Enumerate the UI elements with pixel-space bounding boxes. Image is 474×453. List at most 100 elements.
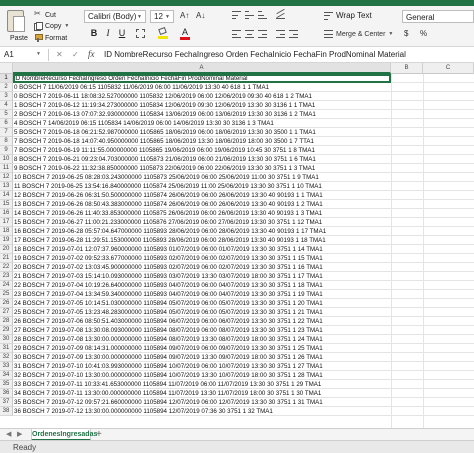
row-header[interactable]: 2 [0, 83, 13, 92]
chevron-down-icon[interactable]: ▼ [36, 51, 41, 57]
font-color-button[interactable]: A [180, 27, 190, 40]
row-header[interactable]: 14 [0, 191, 13, 200]
table-row[interactable]: 19 BOSCH 7 2019-07-02 09:52:33.677000000… [13, 254, 474, 263]
row-header[interactable]: 1 [0, 74, 13, 83]
row-header[interactable]: 26 [0, 299, 13, 308]
row-header[interactable]: 6 [0, 119, 13, 128]
table-row[interactable]: 26 BOSCH 7 2019-07-06 08:50:51.403000000… [13, 317, 474, 326]
row-header[interactable]: 4 [0, 101, 13, 110]
table-row[interactable]: 5 BOSCH 7 2019-06-18 06:21:52.987000000 … [13, 128, 474, 137]
row-header[interactable]: 36 [0, 389, 13, 398]
table-row[interactable]: 32 BOSCH 7 2019-07-10 13:30:00.000000000… [13, 371, 474, 380]
row-header[interactable]: 32 [0, 353, 13, 362]
row-header[interactable]: 5 [0, 110, 13, 119]
bold-button[interactable]: B [88, 27, 100, 39]
table-row[interactable]: 29 BOSCH 7 2019-07-09 08:14:31.000000000… [13, 344, 474, 353]
align-middle-icon[interactable] [245, 11, 254, 19]
decrease-font-button[interactable]: A↓ [196, 11, 205, 20]
row-header[interactable]: 11 [0, 164, 13, 173]
insert-function-button[interactable]: fx [88, 49, 95, 59]
table-row[interactable]: 31 BOSCH 7 2019-07-10 10:41:03.993000000… [13, 362, 474, 371]
table-row[interactable]: 20 BOSCH 7 2019-07-02 13:03:45.900000000… [13, 263, 474, 272]
row-header[interactable]: 7 [0, 128, 13, 137]
row-header[interactable]: 22 [0, 263, 13, 272]
row-header[interactable]: 30 [0, 335, 13, 344]
increase-indent-icon[interactable] [289, 30, 298, 38]
row-header[interactable]: 33 [0, 362, 13, 371]
table-row[interactable]: 7 BOSCH 7 2019-06-18 14:07:40.950000000 … [13, 137, 474, 146]
prev-sheet-icon[interactable]: ◀ [6, 430, 11, 438]
row-header[interactable]: 20 [0, 245, 13, 254]
row-header[interactable]: 13 [0, 182, 13, 191]
table-row[interactable]: 9 BOSCH 7 2019-06-22 11:32:38.850000000 … [13, 164, 474, 173]
row-header[interactable]: 8 [0, 137, 13, 146]
paste-button[interactable]: Paste [4, 9, 28, 45]
table-row[interactable]: 22 BOSCH 7 2019-07-04 10:19:26.640000000… [13, 281, 474, 290]
copy-button[interactable]: Copy ▼ [34, 21, 69, 31]
row-header[interactable]: 15 [0, 200, 13, 209]
table-row[interactable]: 0 BOSCH 7 2019-06-11 18:08:32.527000000 … [13, 92, 474, 101]
table-row[interactable]: 17 BOSCH 7 2019-06-28 11:29:51.153000000… [13, 236, 474, 245]
table-row[interactable]: 14 BOSCH 7 2019-06-26 11:40:33.853000000… [13, 209, 474, 218]
table-row[interactable]: 35 BOSCH 7 2019-07-12 09:57:21.660000000… [13, 398, 474, 407]
increase-font-button[interactable]: A↑ [180, 11, 189, 20]
table-row[interactable]: 2 BOSCH 7 2019-06-13 07:07:32.930000000 … [13, 110, 474, 119]
spreadsheet-grid[interactable]: A B C 1 ID NombreRecurso FechaIngreso Ord… [0, 63, 474, 428]
italic-button[interactable]: I [102, 27, 114, 39]
fill-color-icon[interactable] [158, 26, 168, 39]
row-header[interactable]: 18 [0, 227, 13, 236]
table-row[interactable]: 30 BOSCH 7 2019-07-09 13:30:00.000000000… [13, 353, 474, 362]
table-row[interactable]: 21 BOSCH 7 2019-07-03 15:14:10.093000000… [13, 272, 474, 281]
row-header[interactable]: 3 [0, 92, 13, 101]
table-row[interactable]: 10 BOSCH 7 2019-06-25 08:28:03.243000000… [13, 173, 474, 182]
row-header[interactable]: 38 [0, 407, 13, 416]
table-row[interactable]: 34 BOSCH 7 2019-07-11 13:30:00.000000000… [13, 389, 474, 398]
table-row[interactable]: 24 BOSCH 7 2019-07-05 10:14:51.030000000… [13, 299, 474, 308]
table-row[interactable]: 33 BOSCH 7 2019-07-11 10:33:41.653000000… [13, 380, 474, 389]
format-painter-button[interactable]: Format [34, 33, 67, 43]
percent-button[interactable]: % [420, 29, 427, 38]
table-row[interactable]: 12 BOSCH 7 2019-06-26 06:31:50.500000000… [13, 191, 474, 200]
table-row[interactable]: 11 BOSCH 7 2019-06-25 13:54:16.840000000… [13, 182, 474, 191]
next-sheet-icon[interactable]: ▶ [17, 430, 22, 438]
cancel-icon[interactable]: ✕ [56, 50, 63, 59]
table-row[interactable]: 7 BOSCH 7 2019-06-19 11:11:55.000000000 … [13, 146, 474, 155]
column-header-c[interactable]: C [423, 63, 474, 74]
table-row[interactable]: 16 BOSCH 7 2019-06-28 05:57:04.647000000… [13, 227, 474, 236]
row-header[interactable]: 29 [0, 326, 13, 335]
row-header[interactable]: 25 [0, 290, 13, 299]
font-size-select[interactable]: 12 ▼ [150, 10, 174, 23]
align-right-icon[interactable] [258, 30, 267, 38]
row-header[interactable]: 23 [0, 272, 13, 281]
cut-button[interactable]: Cut [34, 9, 56, 20]
table-row[interactable]: 18 BOSCH 7 2019-07-01 12:07:37.960000000… [13, 245, 474, 254]
row-header[interactable]: 34 [0, 371, 13, 380]
row-header[interactable]: 19 [0, 236, 13, 245]
column-header-b[interactable]: B [391, 63, 423, 74]
row-header[interactable]: 27 [0, 308, 13, 317]
orientation-icon[interactable] [276, 8, 285, 19]
table-row[interactable]: 27 BOSCH 7 2019-07-08 13:30:08.093000000… [13, 326, 474, 335]
formula-input[interactable]: ID NombreRecurso FechaIngreso Orden Fech… [104, 50, 406, 59]
decrease-indent-icon[interactable] [276, 30, 285, 38]
font-name-select[interactable]: Calibri (Body) ▼ [84, 10, 146, 23]
row-header[interactable]: 10 [0, 155, 13, 164]
row-header[interactable]: 31 [0, 344, 13, 353]
table-row[interactable]: 4 BOSCH 7 14/06/2019 06:15 1105834 14/06… [13, 119, 474, 128]
enter-icon[interactable]: ✓ [72, 50, 79, 59]
column-header-a[interactable]: A [13, 63, 391, 74]
table-row[interactable]: 25 BOSCH 7 2019-07-05 13:23:48.283000000… [13, 308, 474, 317]
merge-center-button[interactable]: Merge & Center ▼ [324, 30, 393, 38]
row-header[interactable]: 9 [0, 146, 13, 155]
row-header[interactable]: 17 [0, 218, 13, 227]
table-row[interactable]: 1 BOSCH 7 2019-06-12 11:19:34.273000000 … [13, 101, 474, 110]
row-header[interactable]: 24 [0, 281, 13, 290]
table-row[interactable]: 15 BOSCH 7 2019-06-27 11:00:21.233000000… [13, 218, 474, 227]
align-bottom-icon[interactable] [258, 11, 267, 19]
table-row[interactable]: 0 BOSCH 7 11/06/2019 06:15 1105832 11/06… [13, 83, 474, 92]
row-header[interactable]: 12 [0, 173, 13, 182]
table-row[interactable]: 36 BOSCH 7 2019-07-12 13:30:00.000000000… [13, 407, 474, 416]
align-left-icon[interactable] [232, 30, 241, 38]
table-row[interactable]: 13 BOSCH 7 2019-06-26 08:50:43.383000000… [13, 200, 474, 209]
wrap-text-button[interactable]: Wrap Text [324, 11, 372, 20]
